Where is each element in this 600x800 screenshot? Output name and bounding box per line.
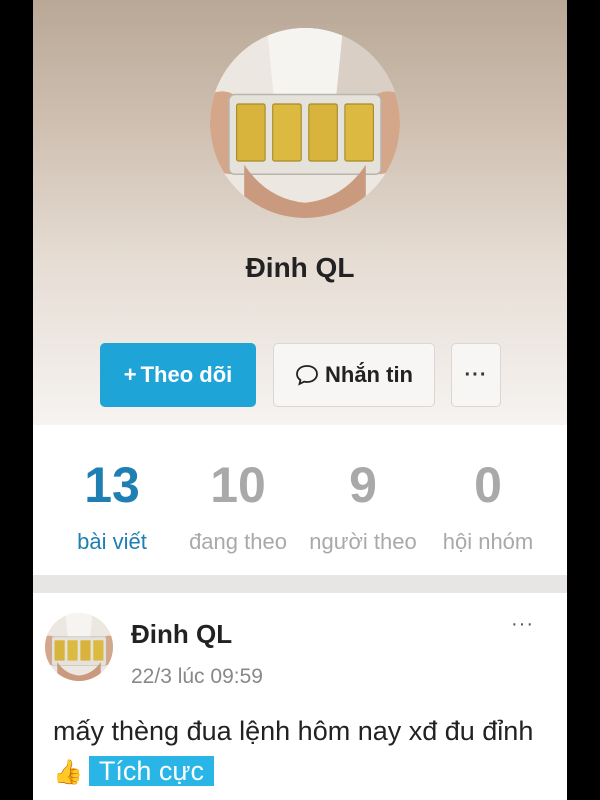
profile-header: Đinh QL + Theo dõi Nhắn tin ··· xyxy=(33,0,567,425)
post-body: mấy thèng đua lệnh hôm nay xđ đu đỉnh 👍 Tí… xyxy=(53,711,553,793)
stat-groups-value: 0 xyxy=(474,457,502,513)
profile-stats: 13 bài viết 10 đang theo 9 người theo 0 … xyxy=(33,425,567,575)
profile-avatar[interactable] xyxy=(210,28,400,218)
stat-followers-label: người theo xyxy=(309,529,417,554)
more-options-button[interactable]: ··· xyxy=(451,343,501,407)
stat-posts[interactable]: 13 bài viết xyxy=(47,455,177,555)
post-card: Đinh QL 22/3 lúc 09:59 ··· mấy thèng đua… xyxy=(33,593,567,800)
gold-bars-photo xyxy=(210,28,400,218)
ellipsis-icon: ··· xyxy=(464,363,488,386)
message-button[interactable]: Nhắn tin xyxy=(273,343,435,407)
profile-screen: Đinh QL + Theo dõi Nhắn tin ··· 13 bài v… xyxy=(33,0,567,800)
speech-bubble-icon xyxy=(295,364,319,386)
plus-icon: + xyxy=(123,362,137,387)
post-author-avatar[interactable] xyxy=(45,613,113,681)
stat-followers[interactable]: 9 người theo xyxy=(298,455,428,555)
profile-name: Đinh QL xyxy=(245,252,355,283)
follow-label: Theo dõi xyxy=(140,362,233,387)
post-more-icon[interactable]: ··· xyxy=(511,613,534,636)
stat-following-value: 10 xyxy=(210,457,266,513)
sentiment-tag[interactable]: Tích cực xyxy=(88,756,214,786)
message-label: Nhắn tin xyxy=(325,362,413,387)
post-author-name[interactable]: Đinh QL xyxy=(131,619,232,650)
follow-button[interactable]: + Theo dõi xyxy=(100,343,256,407)
post-text: mấy thèng đua lệnh hôm nay xđ đu đỉnh xyxy=(53,716,534,746)
stat-posts-value: 13 xyxy=(84,457,140,513)
stat-posts-label: bài viết xyxy=(77,529,147,554)
post-timestamp: 22/3 lúc 09:59 xyxy=(131,665,263,688)
section-divider xyxy=(33,575,567,593)
stat-followers-value: 9 xyxy=(349,457,377,513)
stat-following-label: đang theo xyxy=(189,529,287,554)
stat-groups[interactable]: 0 hội nhóm xyxy=(423,455,553,555)
stat-following[interactable]: 10 đang theo xyxy=(173,455,303,555)
gold-bars-photo-small xyxy=(45,613,113,681)
thumbs-up-icon: 👍 xyxy=(53,759,83,786)
stat-groups-label: hội nhóm xyxy=(442,529,534,554)
